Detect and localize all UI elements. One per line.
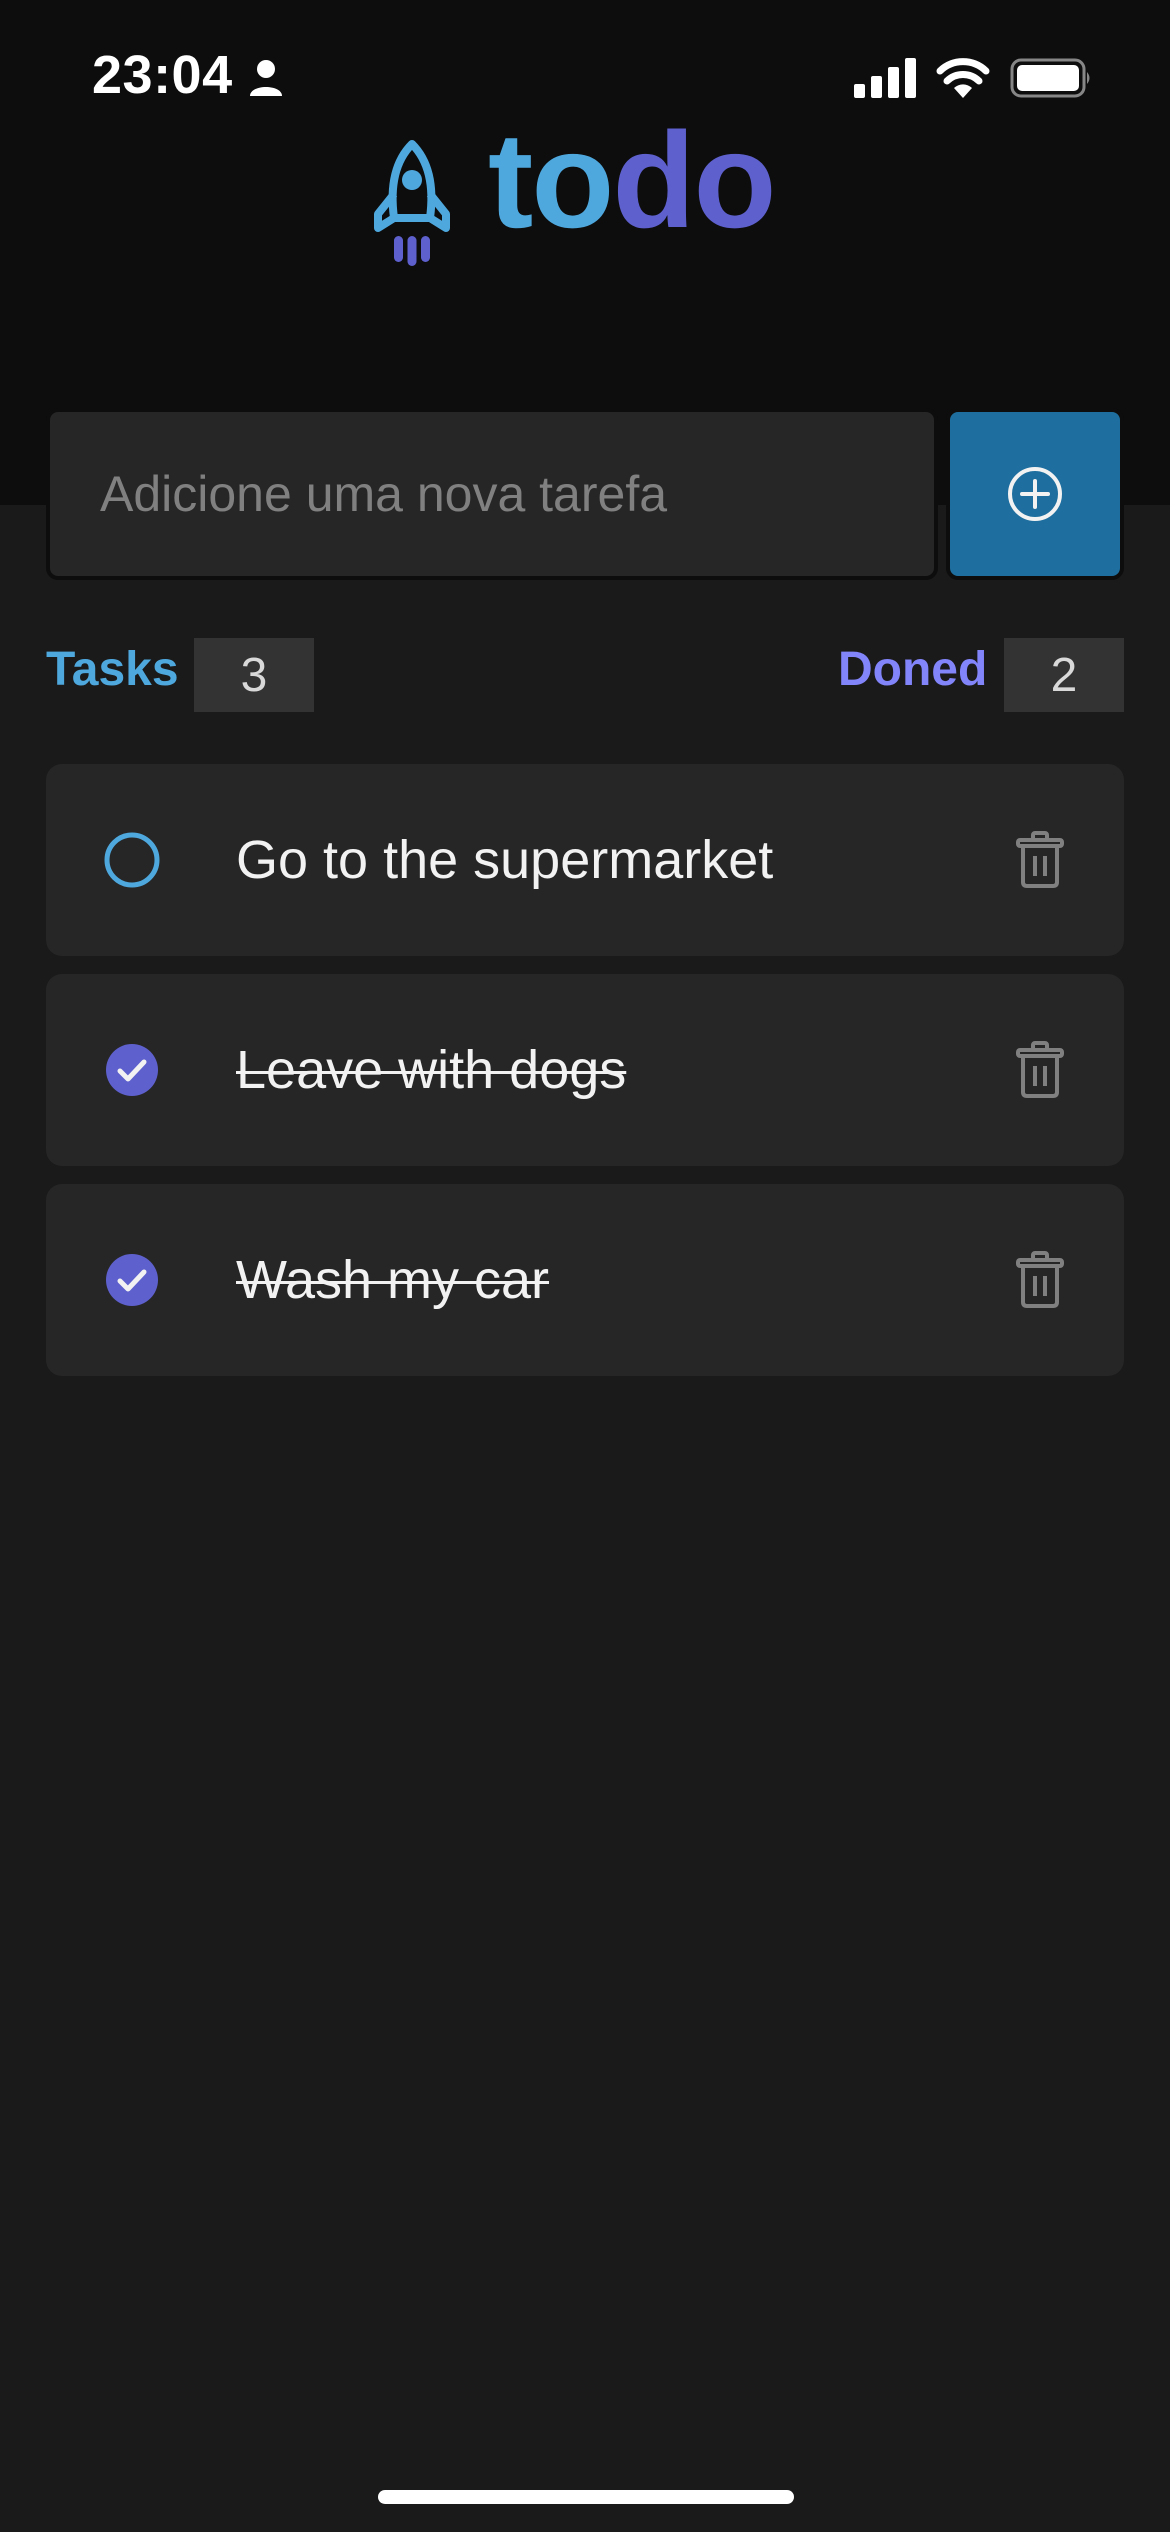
done-counter-label: Doned	[838, 643, 988, 696]
task-text: Go to the supermarket	[236, 830, 774, 890]
task-item: Leave with dogs	[46, 974, 1124, 1166]
wifi-icon	[936, 58, 990, 98]
logo-text-do: do	[612, 104, 776, 256]
checked-circle-icon[interactable]	[102, 1040, 162, 1100]
checked-circle-icon[interactable]	[102, 1250, 162, 1310]
trash-icon[interactable]	[1010, 1250, 1070, 1310]
task-text: Wash my car	[236, 1250, 550, 1310]
logo-text-to: to	[488, 104, 614, 256]
rocket-icon	[374, 140, 450, 266]
new-task-input[interactable]	[98, 464, 886, 524]
done-counter-badge: 2	[1004, 638, 1124, 712]
status-time: 23:04	[92, 45, 233, 105]
trash-icon[interactable]	[1010, 830, 1070, 890]
battery-icon	[1010, 58, 1090, 98]
home-indicator[interactable]	[378, 2490, 794, 2504]
plus-circle-icon	[1008, 467, 1062, 521]
trash-icon[interactable]	[1010, 1040, 1070, 1100]
tasks-counter-label: Tasks	[46, 643, 179, 696]
task-item: Go to the supermarket	[46, 764, 1124, 956]
task-text: Leave with dogs	[236, 1040, 627, 1100]
app-logo-text: todo	[488, 112, 777, 248]
signal-icon	[854, 58, 916, 98]
new-task-field[interactable]	[46, 408, 938, 580]
add-task-button[interactable]	[946, 408, 1124, 580]
task-item: Wash my car	[46, 1184, 1124, 1376]
unchecked-circle-icon[interactable]	[102, 830, 162, 890]
tasks-counter-badge: 3	[194, 638, 314, 712]
person-icon	[250, 60, 282, 96]
